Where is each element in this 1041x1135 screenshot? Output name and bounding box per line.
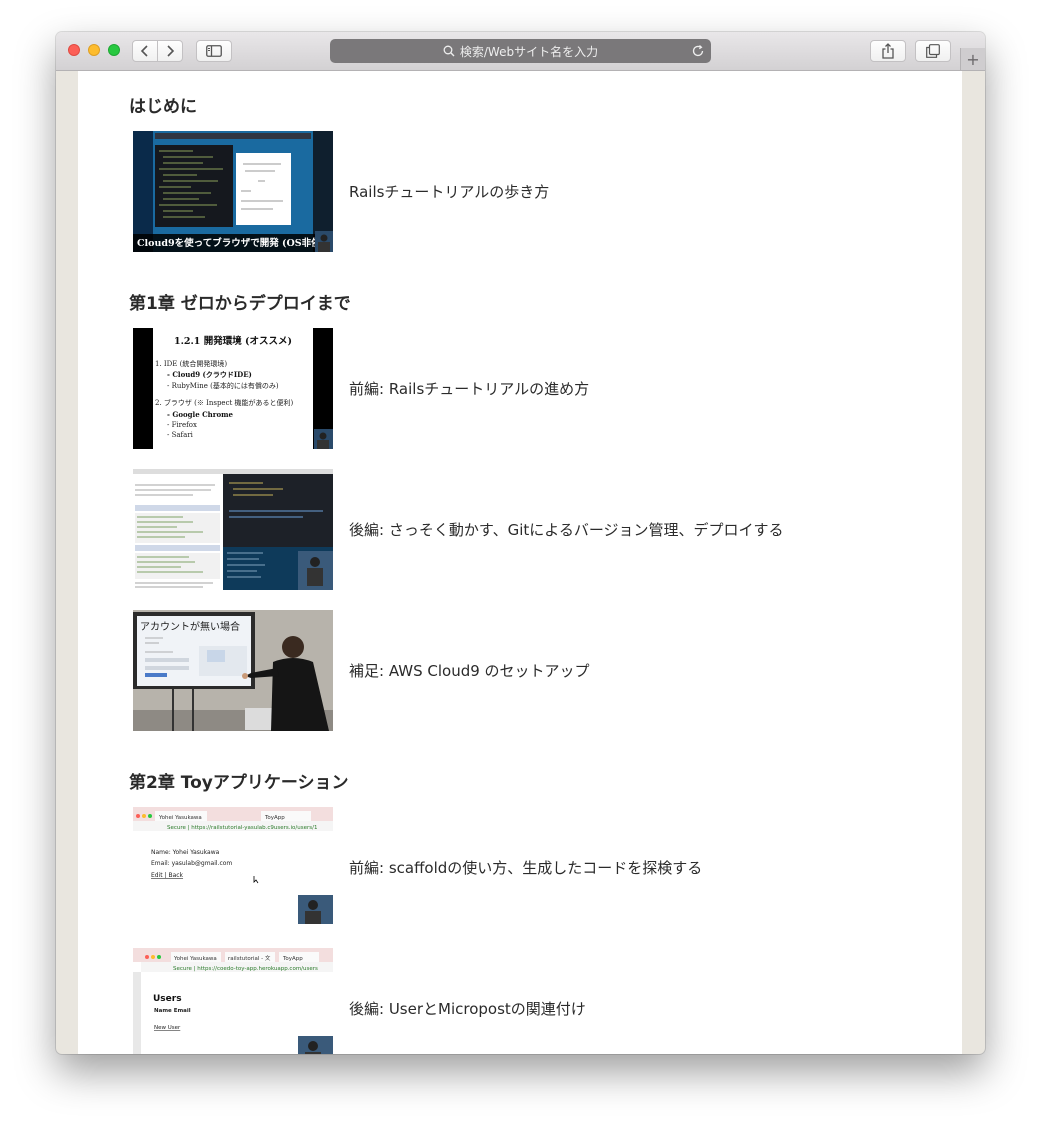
cloud9-screen-thumbnail: Cloud9を使ってブラウザで開発 (OS非依存): [133, 131, 333, 252]
browser-screen-thumbnail: Yohei Yasukawa ToyApp Secure | https://r…: [133, 807, 333, 928]
video-thumbnail[interactable]: [133, 469, 333, 590]
search-icon: [443, 45, 455, 57]
screen-title: アカウントが無い場合: [140, 620, 240, 633]
address-placeholder: 検索/Webサイト名を入力: [459, 44, 599, 59]
tab-text: ToyApp: [264, 815, 285, 821]
video-title[interactable]: 後編: さっそく動かす、Gitによるバージョン管理、デプロイする: [349, 519, 784, 540]
video-thumbnail[interactable]: Cloud9を使ってブラウザで開発 (OS非依存): [133, 131, 333, 252]
zoom-window-button[interactable]: [108, 44, 120, 56]
tab-text: railstutorial - 文: [228, 954, 271, 962]
new-user-link: New User: [154, 1025, 181, 1031]
video-item-chapter2-part1[interactable]: Yohei Yasukawa ToyApp Secure | https://r…: [133, 807, 893, 928]
video-item-chapter1-part1[interactable]: 1.2.1 開発環境 (オススメ) 1. IDE (統合開発環境) - Clou…: [133, 328, 893, 449]
sidebar-icon: [206, 45, 222, 57]
video-thumbnail[interactable]: アカウントが無い場合: [133, 610, 333, 731]
plus-icon: +: [966, 49, 980, 69]
video-thumbnail[interactable]: Yohei Yasukawa ToyApp Secure | https://r…: [133, 807, 333, 928]
tab-text: Yohei Yasukawa: [173, 956, 217, 962]
new-tab-button[interactable]: +: [960, 48, 985, 70]
chevron-right-icon: [167, 45, 175, 57]
video-thumbnail[interactable]: Yohei Yasukawa railstutorial - 文 ToyApp …: [133, 948, 333, 1054]
slide-line: - RubyMine (基本的には有償のみ): [167, 381, 279, 390]
video-item-chapter1-cloud9-setup[interactable]: アカウントが無い場合 補足: AWS Cloud9 のセットアップ: [133, 610, 893, 731]
browser-screen-thumbnail: Yohei Yasukawa railstutorial - 文 ToyApp …: [133, 948, 333, 1054]
section-title-chapter-2: 第2章 Toyアプリケーション: [129, 773, 349, 793]
terminal-thumbnail: [133, 469, 333, 590]
slide-line: 1. IDE (統合開発環境): [155, 359, 227, 368]
minimize-window-button[interactable]: [88, 44, 100, 56]
forward-button[interactable]: [157, 40, 183, 62]
url-text: Secure | https://railstutorial-yasulab.c…: [167, 825, 317, 831]
video-title[interactable]: 後編: UserとMicropostの関連付け: [349, 998, 586, 1019]
thumbnail-caption: Cloud9を使ってブラウザで開発 (OS非依存): [137, 237, 333, 249]
chevron-left-icon: [140, 45, 148, 57]
page-content: はじめに Cloud9を使ってブラウザで開発 (OS非依存) Railsチュート…: [78, 71, 962, 1054]
share-icon: [882, 43, 894, 59]
presenter-photo-thumbnail: アカウントが無い場合: [133, 610, 333, 731]
browser-toolbar: 検索/Webサイト名を入力 +: [56, 32, 985, 71]
url-text: Secure | https://coedo-toy-app.herokuapp…: [173, 966, 318, 972]
slide-line: - Safari: [167, 431, 194, 439]
user-email-line: Email: yasulab@gmail.com: [151, 860, 232, 867]
address-bar[interactable]: 検索/Webサイト名を入力: [330, 39, 711, 63]
users-columns: Name Email: [154, 1008, 191, 1014]
video-title[interactable]: 補足: AWS Cloud9 のセットアップ: [349, 660, 590, 681]
video-title[interactable]: Railsチュートリアルの歩き方: [349, 181, 549, 202]
slide-line: - Google Chrome: [167, 410, 234, 419]
section-title-chapter-1: 第1章 ゼロからデプロイまで: [129, 294, 351, 314]
tabs-overview-icon: [926, 44, 940, 58]
tab-text: ToyApp: [282, 956, 303, 962]
reload-icon[interactable]: [691, 44, 705, 58]
users-heading: Users: [153, 994, 182, 1004]
video-title[interactable]: 前編: scaffoldの使い方、生成したコードを探検する: [349, 857, 702, 878]
video-item-chapter1-part2[interactable]: 後編: さっそく動かす、Gitによるバージョン管理、デプロイする: [133, 469, 893, 590]
slide-thumbnail: 1.2.1 開発環境 (オススメ) 1. IDE (統合開発環境) - Clou…: [133, 328, 333, 449]
edit-back-links: Edit | Back: [151, 872, 184, 879]
share-button[interactable]: [870, 40, 906, 62]
video-item-chapter2-part2[interactable]: Yohei Yasukawa railstutorial - 文 ToyApp …: [133, 948, 893, 1054]
slide-line: 2. ブラウザ (※ Inspect 機能があると便利): [155, 398, 294, 407]
back-button[interactable]: [132, 40, 158, 62]
video-title[interactable]: 前編: Railsチュートリアルの進め方: [349, 378, 589, 399]
slide-title: 1.2.1 開発環境 (オススメ): [174, 335, 292, 347]
slide-line: - Cloud9 (クラウドIDE): [167, 370, 252, 379]
tab-text: Yohei Yasukawa: [158, 815, 202, 821]
browser-window: 検索/Webサイト名を入力 + はじめに Cloud9を使ってブラウザで開発 (…: [56, 32, 985, 1054]
video-thumbnail[interactable]: 1.2.1 開発環境 (オススメ) 1. IDE (統合開発環境) - Clou…: [133, 328, 333, 449]
section-title-intro: はじめに: [129, 97, 197, 117]
sidebar-toggle-button[interactable]: [196, 40, 232, 62]
user-name-line: Name: Yohei Yasukawa: [151, 849, 220, 856]
slide-line: - Firefox: [167, 421, 197, 429]
show-all-tabs-button[interactable]: [915, 40, 951, 62]
video-item-rails-tutorial-guide[interactable]: Cloud9を使ってブラウザで開発 (OS非依存) Railsチュートリアルの歩…: [133, 131, 893, 252]
close-window-button[interactable]: [68, 44, 80, 56]
